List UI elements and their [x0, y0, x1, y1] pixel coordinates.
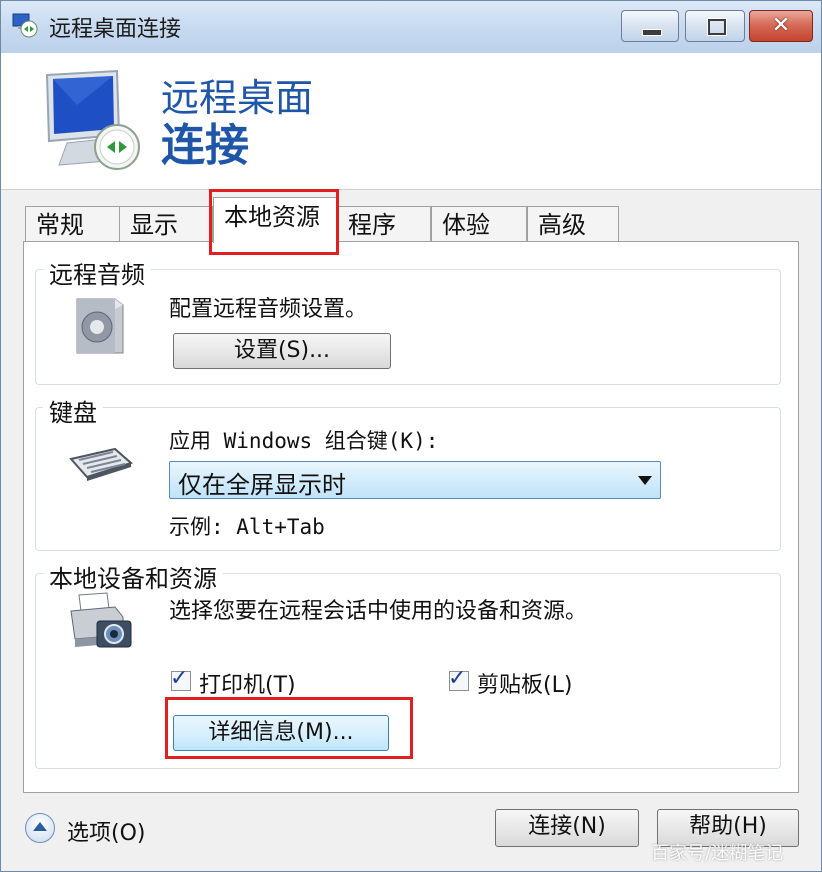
close-button[interactable]: ✕ [749, 10, 813, 42]
tab-general[interactable]: 常规 [25, 206, 121, 242]
maximize-icon [708, 19, 726, 35]
tab-experience[interactable]: 体验 [431, 206, 527, 242]
title-bar[interactable]: 远程桌面连接 ✕ [1, 1, 821, 54]
checkmark-icon: ✓ [448, 666, 467, 691]
keyboard-combo-label: 应用 Windows 组合键(K): [169, 429, 439, 453]
window-title: 远程桌面连接 [49, 17, 182, 42]
remote-desktop-icon [12, 13, 38, 38]
group-title-remote-audio: 远程音频 [43, 255, 151, 290]
keyboard-example: 示例: Alt+Tab [169, 515, 325, 539]
tab-local-resources[interactable]: 本地资源 [213, 197, 337, 243]
tab-display[interactable]: 显示 [119, 206, 213, 242]
header-title-line2: 连接 [161, 120, 249, 171]
tab-advanced[interactable]: 高级 [527, 206, 619, 242]
options-label[interactable]: 选项(O) [67, 815, 145, 847]
audio-settings-button[interactable]: 设置(S)... [173, 333, 391, 369]
options-expander-button[interactable] [25, 813, 55, 843]
connect-button[interactable]: 连接(N) [495, 809, 639, 847]
devices-description: 选择您要在远程会话中使用的设备和资源。 [169, 599, 588, 624]
clipboard-checkbox[interactable]: ✓ [448, 666, 469, 691]
maximize-button[interactable] [685, 10, 745, 42]
group-title-local-devices: 本地设备和资源 [43, 559, 223, 594]
close-icon: ✕ [771, 13, 791, 38]
printer-camera-icon [70, 592, 132, 648]
remote-desktop-window: 远程桌面连接 ✕ 远程桌面 连接 常规 显示 本地资源 程序 体验 高级 远程音… [0, 0, 822, 872]
watermark-text: 百家号/迷糊笔记 [651, 843, 784, 864]
minimize-button[interactable] [621, 10, 679, 42]
group-title-keyboard: 键盘 [43, 393, 103, 428]
keyboard-combo-select[interactable]: 仅在全屏显示时 [169, 461, 661, 499]
monitor-connect-icon [45, 69, 140, 170]
chevron-up-icon [33, 822, 47, 831]
speaker-icon [76, 298, 124, 354]
header-banner: 远程桌面 连接 [1, 53, 821, 190]
clipboard-label[interactable]: 剪贴板(L) [477, 667, 572, 699]
minimize-icon [642, 29, 662, 36]
tab-programs[interactable]: 程序 [337, 206, 431, 242]
dropdown-arrow-icon [638, 476, 652, 485]
printer-label[interactable]: 打印机(T) [199, 667, 296, 699]
checkmark-icon: ✓ [170, 666, 189, 691]
keyboard-icon [69, 447, 133, 481]
keyboard-combo-value: 仅在全屏显示时 [178, 471, 346, 499]
printer-checkbox[interactable]: ✓ [170, 666, 191, 691]
details-button[interactable]: 详细信息(M)... [173, 715, 389, 751]
audio-description: 配置远程音频设置。 [169, 297, 368, 322]
